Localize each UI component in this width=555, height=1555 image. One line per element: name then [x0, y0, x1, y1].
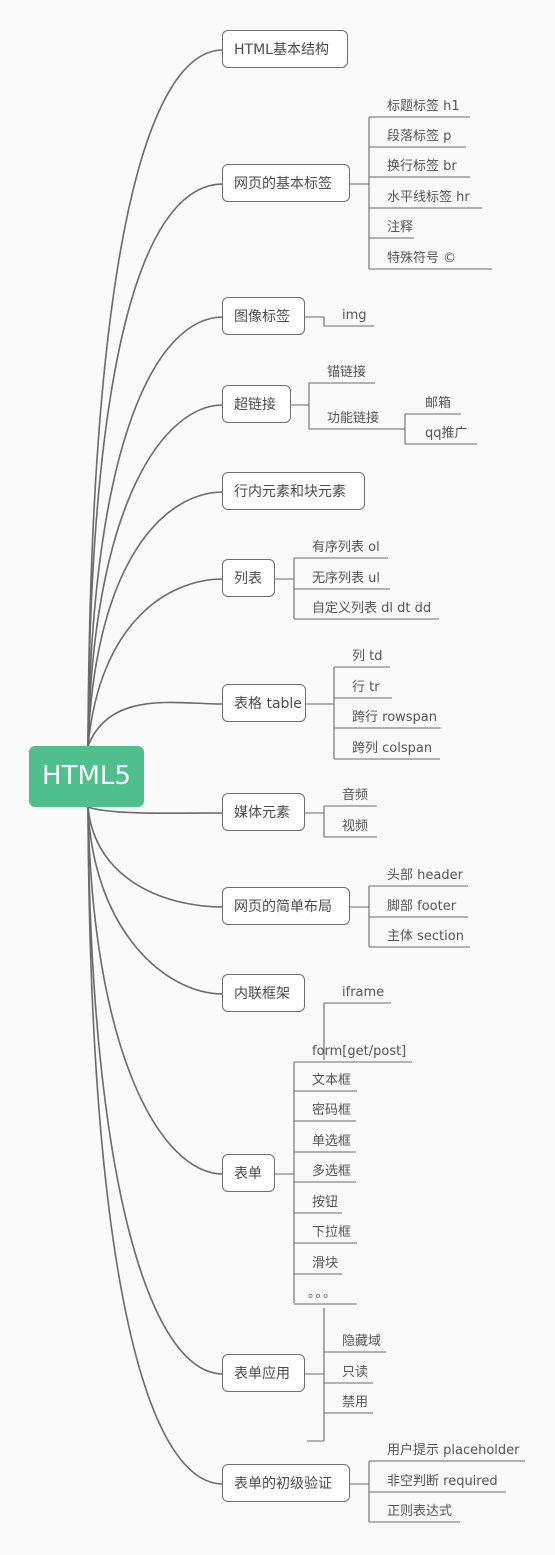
branch-hyperlink[interactable]: 超链接 — [222, 385, 291, 423]
branch-html-structure[interactable]: HTML基本结构 — [222, 30, 348, 68]
branch-basic-tags[interactable]: 网页的基本标签 — [222, 164, 350, 202]
leaf-required[interactable]: 非空判断 required — [387, 1474, 498, 1490]
branch-table[interactable]: 表格 table — [222, 684, 306, 722]
leaf-video[interactable]: 视频 — [342, 819, 368, 835]
leaf-td[interactable]: 列 td — [352, 649, 382, 665]
branch-layout[interactable]: 网页的简单布局 — [222, 887, 350, 925]
leaf-disabled[interactable]: 禁用 — [342, 1395, 368, 1411]
leaf-password-input[interactable]: 密码框 — [312, 1103, 351, 1119]
leaf-section[interactable]: 主体 section — [387, 929, 464, 945]
leaf-iframe[interactable]: iframe — [342, 985, 384, 1001]
leaf-hidden-field[interactable]: 隐藏域 — [342, 1334, 381, 1350]
leaf-readonly[interactable]: 只读 — [342, 1365, 368, 1381]
leaf-definition-list[interactable]: 自定义列表 dl dt dd — [312, 601, 431, 617]
leaf-qq-promo[interactable]: qq推广 — [425, 426, 468, 442]
leaf-regex[interactable]: 正则表达式 — [387, 1504, 452, 1520]
leaf-paragraph-tag[interactable]: 段落标签 p — [387, 129, 451, 145]
leaf-linebreak-tag[interactable]: 换行标签 br — [387, 159, 457, 175]
branch-iframe[interactable]: 内联框架 — [222, 974, 305, 1012]
leaf-hr-tag[interactable]: 水平线标签 hr — [387, 190, 470, 206]
leaf-button[interactable]: 按钮 — [312, 1195, 338, 1211]
leaf-unordered-list[interactable]: 无序列表 ul — [312, 571, 380, 587]
branch-inline-block[interactable]: 行内元素和块元素 — [222, 472, 365, 510]
root-node-html5[interactable]: HTML5 — [29, 746, 144, 807]
leaf-ellipsis: 。。。 — [308, 1286, 338, 1301]
leaf-text-input[interactable]: 文本框 — [312, 1073, 351, 1089]
leaf-rowspan[interactable]: 跨行 rowspan — [352, 710, 437, 726]
leaf-ordered-list[interactable]: 有序列表 ol — [312, 540, 380, 556]
branch-form-validation[interactable]: 表单的初级验证 — [222, 1464, 350, 1502]
branch-list[interactable]: 列表 — [222, 559, 275, 597]
leaf-radio[interactable]: 单选框 — [312, 1134, 351, 1150]
branch-form[interactable]: 表单 — [222, 1154, 275, 1192]
leaf-anchor-link[interactable]: 锚链接 — [327, 365, 366, 381]
leaf-colspan[interactable]: 跨列 colspan — [352, 741, 432, 757]
leaf-header[interactable]: 头部 header — [387, 868, 463, 884]
branch-image-tags[interactable]: 图像标签 — [222, 297, 305, 335]
leaf-footer[interactable]: 脚部 footer — [387, 899, 456, 915]
leaf-special-symbol[interactable]: 特殊符号 © — [387, 251, 456, 267]
leaf-audio[interactable]: 音频 — [342, 788, 368, 804]
leaf-checkbox[interactable]: 多选框 — [312, 1164, 351, 1180]
leaf-slider[interactable]: 滑块 — [312, 1256, 338, 1272]
branch-form-application[interactable]: 表单应用 — [222, 1354, 305, 1392]
leaf-placeholder[interactable]: 用户提示 placeholder — [387, 1443, 520, 1459]
leaf-email[interactable]: 邮箱 — [425, 396, 451, 412]
leaf-function-link[interactable]: 功能链接 — [327, 411, 379, 427]
leaf-comment[interactable]: 注释 — [387, 220, 413, 236]
leaf-tr[interactable]: 行 tr — [352, 680, 380, 696]
branch-media[interactable]: 媒体元素 — [222, 793, 305, 831]
leaf-img[interactable]: img — [342, 308, 367, 324]
leaf-form-method[interactable]: form[get/post] — [312, 1044, 406, 1060]
leaf-select[interactable]: 下拉框 — [312, 1225, 351, 1241]
leaf-heading-tag[interactable]: 标题标签 h1 — [387, 99, 460, 115]
